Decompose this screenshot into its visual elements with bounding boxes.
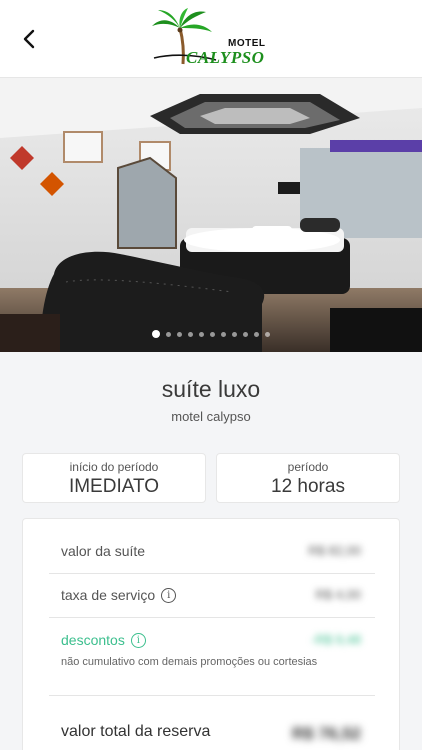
suite-price-value: R$ 82,00 xyxy=(308,543,361,558)
period-length-label: período xyxy=(287,460,329,474)
service-fee-value: R$ 4,00 xyxy=(315,587,361,602)
discount-row: descontos i -R$ 9,48 xyxy=(49,632,375,654)
carousel-dots[interactable] xyxy=(0,330,422,338)
info-icon[interactable]: i xyxy=(130,632,146,648)
period-length-card[interactable]: período 12 horas xyxy=(216,453,400,503)
carousel-dot[interactable] xyxy=(254,331,259,337)
service-fee-label-group: taxa de serviço i xyxy=(61,587,177,603)
carousel-dot[interactable] xyxy=(210,331,215,337)
suite-name: suíte luxo xyxy=(161,376,261,402)
discount-note: não cumulativo com demais promoções ou c… xyxy=(61,656,318,668)
suite-photo-carousel[interactable] xyxy=(0,78,422,352)
total-value: R$ 76,52 xyxy=(292,724,361,743)
carousel-dot[interactable] xyxy=(166,331,171,337)
divider xyxy=(49,573,375,574)
divider xyxy=(49,695,375,696)
carousel-dot[interactable] xyxy=(199,331,204,337)
carousel-dot[interactable] xyxy=(243,331,248,337)
period-length-value: 12 horas xyxy=(271,476,345,497)
carousel-dot[interactable] xyxy=(221,331,226,337)
service-fee-label: taxa de serviço xyxy=(61,587,156,603)
suite-price-label: valor da suíte xyxy=(61,543,146,559)
motel-logo: MOTEL CALYPSO xyxy=(150,8,274,70)
info-icon[interactable]: i xyxy=(161,587,177,603)
price-summary-card: valor da suíte R$ 82,00 taxa de serviço … xyxy=(22,518,400,750)
app-header: MOTEL CALYPSO xyxy=(0,0,422,78)
motel-name: motel calypso xyxy=(171,409,251,424)
carousel-dot[interactable] xyxy=(188,331,193,337)
period-start-card[interactable]: início do período IMEDIATO xyxy=(22,453,206,503)
carousel-dot[interactable] xyxy=(177,331,182,337)
logo-calypso-text: CALYPSO xyxy=(186,48,265,67)
period-start-value: IMEDIATO xyxy=(68,476,160,497)
carousel-dot[interactable] xyxy=(232,331,237,337)
suite-price-row: valor da suíte R$ 82,00 xyxy=(49,543,375,565)
discount-label: descontos xyxy=(61,632,125,648)
total-label: valor total da reserva xyxy=(61,723,211,740)
carousel-dot[interactable] xyxy=(265,331,270,337)
period-start-label: início do período xyxy=(69,460,159,474)
back-button[interactable] xyxy=(14,24,44,54)
divider xyxy=(49,617,375,618)
chevron-left-icon xyxy=(23,29,35,49)
suite-photo xyxy=(0,78,422,352)
discount-value: -R$ 9,48 xyxy=(311,632,361,647)
discount-label-group: descontos i xyxy=(61,632,146,648)
carousel-dot[interactable] xyxy=(152,330,160,338)
service-fee-row: taxa de serviço i R$ 4,00 xyxy=(49,587,375,609)
